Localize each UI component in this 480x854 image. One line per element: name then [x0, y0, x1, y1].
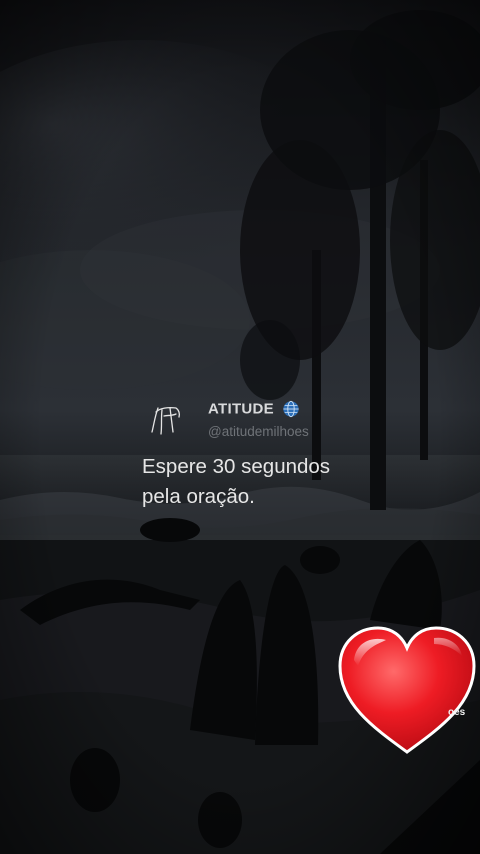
author-name[interactable]: ATITUDE: [208, 401, 274, 418]
video-frame: ATITUDE @atitudemilhoes Espere 30 segund…: [0, 0, 480, 854]
globe-icon: [283, 400, 300, 418]
signature-avatar[interactable]: [146, 402, 186, 436]
overlay-username-partial[interactable]: oes: [448, 707, 465, 718]
post-text: Espere 30 segundos pela oração.: [142, 455, 331, 508]
heart-icon[interactable]: [334, 624, 480, 756]
author-row: ATITUDE: [208, 400, 300, 418]
author-handle[interactable]: @atitudemilhoes: [208, 424, 309, 439]
